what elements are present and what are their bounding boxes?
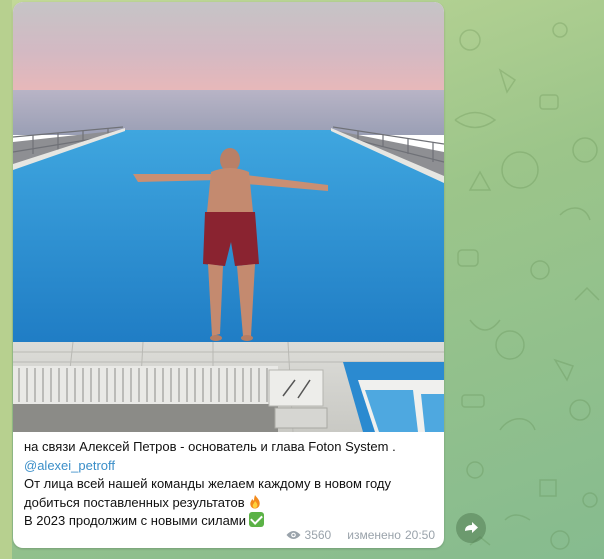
edited-label: изменено [347, 528, 401, 542]
video-preview[interactable] [13, 2, 444, 432]
share-arrow-icon [465, 522, 478, 533]
post-line-wishes-text: От лица всей нашей команды желаем каждом… [24, 476, 392, 510]
pool-jump-image [13, 2, 444, 432]
eye-icon [286, 531, 301, 539]
view-count: 3560 [304, 528, 332, 542]
channel-post[interactable]: на связи Алексей Петров - основатель и г… [13, 2, 444, 548]
post-line-wishes: От лица всей нашей команды желаем каждом… [24, 475, 436, 512]
post-meta: 3560 изменено 20:50 [286, 528, 435, 542]
author-mention-link[interactable]: @alexei_petroff [24, 458, 115, 473]
sidebar-edge [0, 0, 12, 559]
check-mark-emoji-icon [249, 512, 265, 527]
post-text: на связи Алексей Петров - основатель и г… [24, 438, 436, 531]
share-button[interactable] [456, 513, 486, 543]
post-time: 20:50 [404, 528, 435, 542]
post-line-closing-text: В 2023 продолжим с новыми силами [24, 513, 247, 528]
fire-emoji-icon [250, 494, 260, 509]
post-line-intro: на связи Алексей Петров - основатель и г… [24, 439, 396, 454]
